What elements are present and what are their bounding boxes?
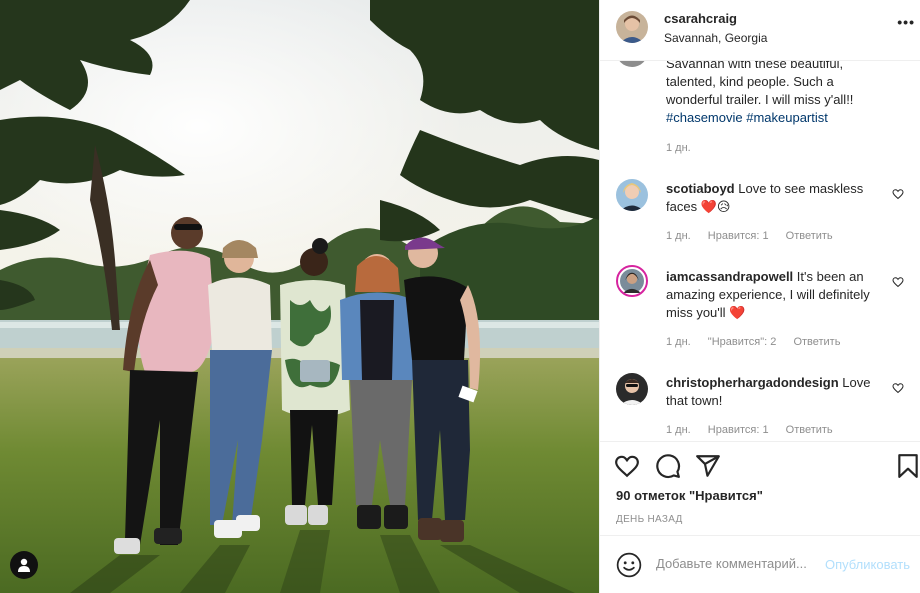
comment-meta: 1 дн. Нравится: 1 Ответить (666, 230, 847, 242)
comments-list[interactable]: Savannah with these beautiful, talented,… (600, 61, 920, 441)
comment-emoji: ❤️ (729, 305, 746, 320)
avatar-image (616, 373, 648, 405)
comment-timestamp[interactable]: 1 дн. (666, 424, 691, 436)
reply-button[interactable]: Ответить (793, 336, 840, 348)
comment-like-heart-icon[interactable] (892, 382, 904, 394)
likes-count[interactable]: 90 отметок "Нравится" (616, 488, 763, 503)
comment-meta: 1 дн. Нравится: 1 Ответить (666, 424, 847, 436)
avatar-image (620, 269, 644, 293)
caption-hashtags[interactable]: #chasemovie #makeupartist (666, 109, 896, 127)
comment-timestamp[interactable]: 1 дн. (666, 230, 691, 242)
comment-timestamp[interactable]: 1 дн. (666, 336, 691, 348)
author-avatar[interactable] (616, 11, 648, 43)
group-photo-illustration (0, 0, 599, 593)
caption-line: Savannah with these beautiful, (666, 61, 844, 71)
post-details-panel: csarahcraig Savannah, Georgia ••• Savann… (599, 0, 920, 593)
comment-input[interactable] (656, 556, 820, 571)
comment-like-heart-icon[interactable] (892, 188, 904, 200)
avatar-image (616, 179, 648, 211)
heart-icon[interactable] (614, 453, 640, 479)
caption-line: wonderful trailer. I will miss y'all!! (666, 92, 854, 107)
post-location[interactable]: Savannah, Georgia (664, 31, 767, 45)
share-icon[interactable] (695, 453, 721, 479)
publish-button[interactable]: Опубликовать (825, 557, 910, 572)
caption-author-avatar[interactable] (616, 61, 648, 67)
comment-body: iamcassandrapowell It's been an amazing … (666, 268, 881, 322)
comment-meta: 1 дн. "Нравится": 2 Ответить (666, 336, 854, 348)
commenter-username[interactable]: scotiaboyd (666, 181, 735, 196)
post-age[interactable]: ДЕНЬ НАЗАД (616, 514, 683, 525)
commenter-avatar[interactable] (616, 373, 648, 405)
post-photo[interactable] (0, 0, 599, 593)
commenter-username[interactable]: christopherhargadondesign (666, 375, 839, 390)
commenter-username[interactable]: iamcassandrapowell (666, 269, 793, 284)
caption-line: talented, kind people. Such a (666, 74, 834, 89)
comment-body: christopherhargadondesign Love that town… (666, 374, 881, 410)
comment-likes[interactable]: Нравится: 1 (708, 424, 769, 436)
add-comment-bar: Опубликовать (600, 535, 920, 593)
smiley-icon[interactable] (616, 552, 642, 578)
post-actions: 90 отметок "Нравится" ДЕНЬ НАЗАД (600, 441, 920, 535)
post-caption: Savannah with these beautiful, talented,… (666, 61, 896, 127)
comment-body: scotiaboyd Love to see maskless faces ❤️… (666, 180, 876, 216)
comment-like-heart-icon[interactable] (892, 276, 904, 288)
reply-button[interactable]: Ответить (786, 230, 833, 242)
author-username[interactable]: csarahcraig (664, 11, 737, 26)
post-header: csarahcraig Savannah, Georgia ••• (600, 0, 920, 61)
comment-likes[interactable]: Нравится: 1 (708, 230, 769, 242)
comment-emoji: ❤️😥 (700, 199, 731, 214)
comment-likes[interactable]: "Нравится": 2 (708, 336, 777, 348)
commenter-avatar[interactable] (616, 179, 648, 211)
user-icon (18, 558, 30, 572)
reply-button[interactable]: Ответить (786, 424, 833, 436)
tagged-users-button[interactable] (10, 551, 38, 579)
commenter-avatar-with-story[interactable] (616, 265, 648, 297)
avatar-image (616, 11, 648, 43)
caption-timestamp[interactable]: 1 дн. (666, 142, 691, 154)
bookmark-icon[interactable] (895, 453, 920, 479)
comment-icon[interactable] (655, 453, 681, 479)
more-horizontal-icon[interactable]: ••• (897, 14, 915, 30)
